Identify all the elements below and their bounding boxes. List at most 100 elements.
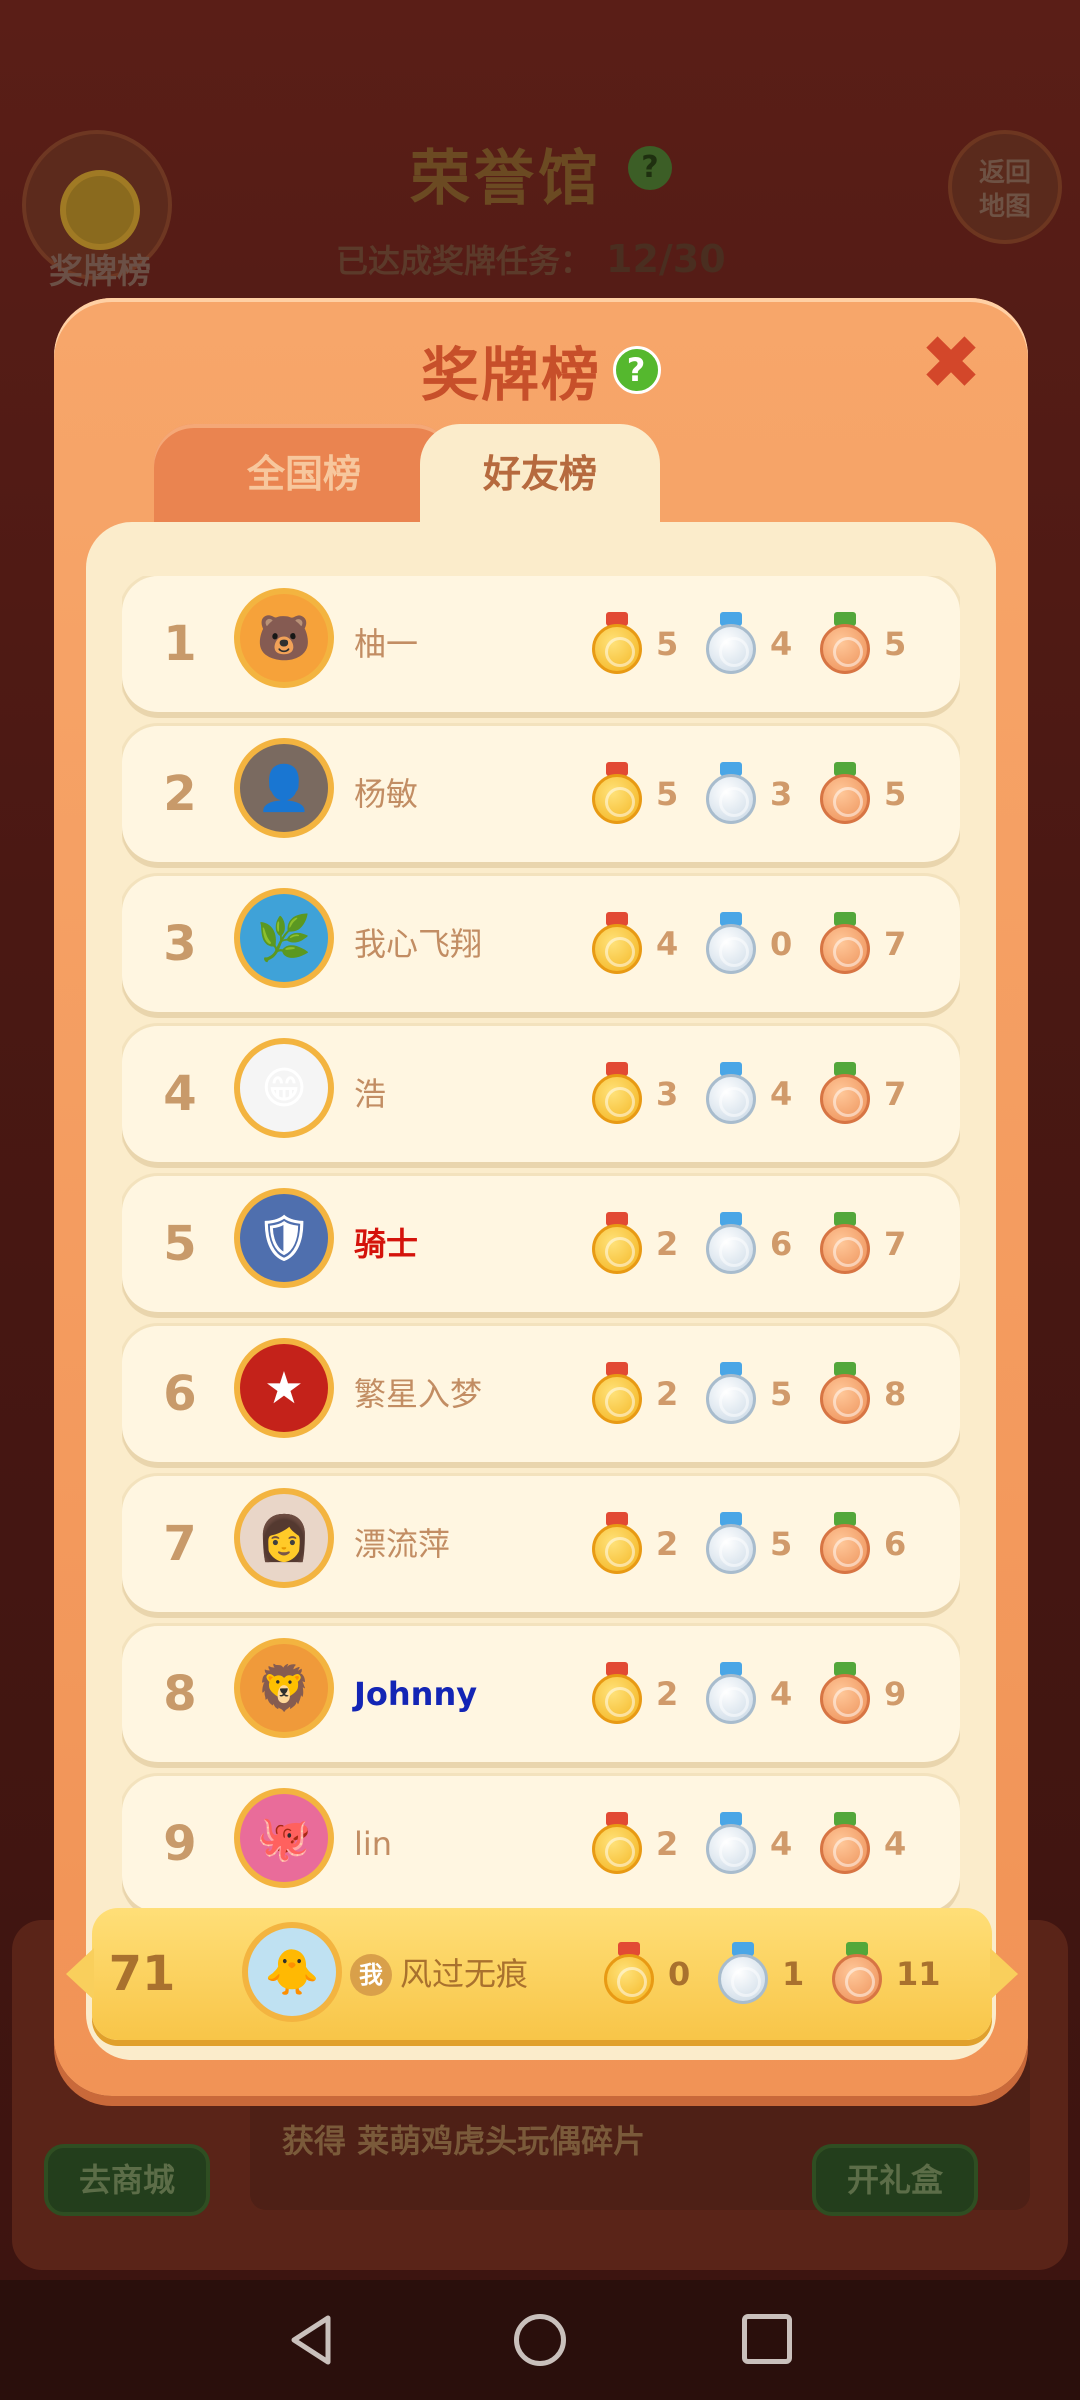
silver-count: 5 [770,1525,793,1563]
rank-number: 3 [163,916,197,972]
progress-value: 12/30 [606,237,726,281]
leaderboard-list[interactable]: 1 🐻 柚一 5 4 5 2 👤 杨敏 5 3 5 3 🌿 我心飞翔 4 0 7… [122,576,960,2026]
gold-count: 2 [656,1675,679,1713]
leaderboard-row[interactable]: 6 ★ 繁星入梦 2 5 8 [122,1326,960,1462]
gold-medal-icon [592,1212,642,1276]
reward-prefix: 获得 [282,2122,347,2160]
silver-count: 5 [770,1375,793,1413]
tab-friends[interactable]: 好友榜 [420,424,660,524]
silver-count: 4 [770,1825,793,1863]
rank-number: 4 [163,1066,197,1122]
leaderboard-row[interactable]: 7 👩 漂流萍 2 5 6 [122,1476,960,1612]
progress-label: 已达成奖牌任务： [336,242,593,280]
medal-task-progress: 已达成奖牌任务： 12/30 [336,236,726,282]
gold-count: 2 [656,1375,679,1413]
bronze-count: 5 [884,625,907,663]
silver-medal-icon [706,1362,756,1426]
gold-count: 2 [656,1825,679,1863]
leaderboard-row[interactable]: 8 🦁 Johnny 2 4 9 [122,1626,960,1762]
player-avatar[interactable]: 🦁 [234,1638,334,1738]
gold-count: 5 [656,775,679,813]
leaderboard-row[interactable]: 9 🐙 lin 2 4 4 [122,1776,960,1912]
leaderboard-row[interactable]: 1 🐻 柚一 5 4 5 [122,576,960,712]
silver-medal-icon [706,912,756,976]
rank-number: 6 [163,1366,197,1422]
go-shop-button[interactable]: 去商城 [44,2144,210,2216]
bronze-medal-icon [820,1362,870,1426]
silver-count: 1 [782,1955,805,1993]
help-icon[interactable]: ? [613,346,661,394]
back-icon[interactable] [282,2310,342,2370]
bronze-medal-icon [820,762,870,826]
player-avatar[interactable]: 🐙 [234,1788,334,1888]
return-line-2: 地图 [978,192,1031,222]
player-name: 繁星入梦 [354,1375,483,1413]
player-avatar[interactable]: 🛡 [234,1188,334,1288]
silver-count: 4 [770,625,793,663]
silver-medal-icon [706,612,756,676]
reward-text: 获得 莱萌鸡虎头玩偶碎片 [282,2116,645,2162]
player-avatar[interactable]: 🌿 [234,888,334,988]
medal-counts: 5 4 5 [592,576,934,712]
hall-of-honor-title: 荣誉馆 [410,144,602,214]
leaderboard-row[interactable]: 3 🌿 我心飞翔 4 0 7 [122,876,960,1012]
my-avatar[interactable]: 🐥 [242,1922,342,2022]
tab-national[interactable]: 全国榜 [154,424,454,524]
silver-medal-icon [706,1512,756,1576]
open-gift-button[interactable]: 开礼盒 [812,2144,978,2216]
my-name: 风过无痕 [400,1955,529,1993]
gold-medal-icon [604,1942,654,2006]
bronze-count: 7 [884,1225,907,1263]
bronze-count: 8 [884,1375,907,1413]
medal-counts: 2 5 8 [592,1326,934,1462]
player-name: Johnny [354,1675,478,1713]
player-avatar[interactable]: 🐻 [234,588,334,688]
gold-medal-icon [592,1512,642,1576]
gold-medal-icon [592,912,642,976]
gold-medal-icon [592,1812,642,1876]
bronze-medal-icon [820,612,870,676]
medal-counts: 3 4 7 [592,1026,934,1162]
player-avatar[interactable]: 👩 [234,1488,334,1588]
player-name: 我心飞翔 [354,925,483,963]
silver-count: 0 [770,925,793,963]
return-map-button[interactable]: 返回 地图 [948,130,1062,244]
bronze-count: 11 [896,1955,941,1993]
silver-medal-icon [706,1812,756,1876]
player-avatar[interactable]: ★ [234,1338,334,1438]
player-avatar[interactable]: 👤 [234,738,334,838]
close-icon[interactable]: ✖ [916,326,986,400]
silver-medal-icon [706,1662,756,1726]
bronze-medal-icon [820,1812,870,1876]
me-tag: 我 [350,1954,392,1996]
silver-medal-icon [718,1942,768,2006]
my-rank-row: 71 🐥 我 风过无痕 0 1 11 [66,1908,1018,2040]
gold-count: 4 [656,925,679,963]
rank-number: 7 [163,1516,197,1572]
recent-apps-icon[interactable] [742,2314,792,2364]
bronze-medal-icon [820,912,870,976]
hall-help-icon[interactable]: ? [628,146,672,190]
bronze-medal-icon [820,1212,870,1276]
home-icon[interactable] [514,2314,566,2366]
rank-number: 1 [163,616,197,672]
gold-medal-icon [592,1362,642,1426]
bronze-count: 5 [884,775,907,813]
bronze-medal-icon [832,1942,882,2006]
leaderboard-row[interactable]: 5 🛡 骑士 2 6 7 [122,1176,960,1312]
silver-medal-icon [706,1062,756,1126]
silver-medal-icon [706,762,756,826]
leaderboard-row[interactable]: 4 😁 浩 3 4 7 [122,1026,960,1162]
system-nav-bar [0,2280,1080,2400]
rank-number: 9 [163,1816,197,1872]
silver-count: 4 [770,1075,793,1113]
medal-counts: 2 5 6 [592,1476,934,1612]
gold-count: 5 [656,625,679,663]
gold-medal-icon [592,612,642,676]
leaderboard-row[interactable]: 2 👤 杨敏 5 3 5 [122,726,960,862]
player-avatar[interactable]: 😁 [234,1038,334,1138]
medal-counts: 2 4 4 [592,1776,934,1912]
silver-count: 3 [770,775,793,813]
gold-count: 3 [656,1075,679,1113]
rank-number: 8 [163,1666,197,1722]
